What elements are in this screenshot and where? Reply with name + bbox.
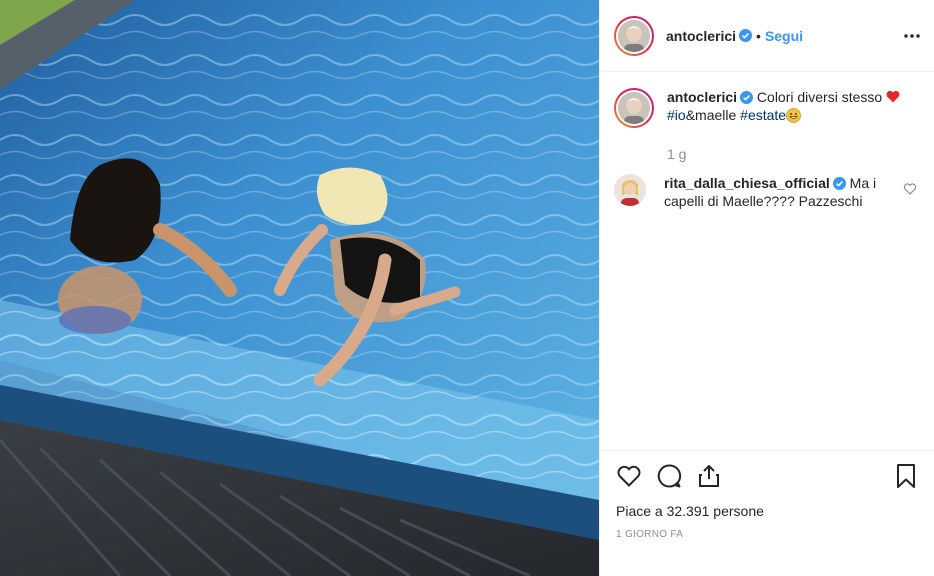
caption-body: Colori diversi stesso	[756, 89, 883, 105]
caption-avatar[interactable]	[614, 88, 654, 128]
verified-icon	[740, 91, 754, 104]
header-meta: antoclerici • Segui	[666, 28, 803, 44]
post-header: antoclerici • Segui	[600, 0, 934, 72]
share-icon[interactable]	[696, 463, 722, 489]
author-avatar-image	[616, 17, 652, 54]
caption: antoclerici Colori diversi stesso #io&ma…	[614, 88, 921, 128]
bookmark-icon[interactable]	[893, 463, 919, 489]
commenter-avatar[interactable]	[614, 174, 646, 206]
grinning-emoji	[786, 108, 801, 123]
comment-item: rita_dalla_chiesa_official Ma i capelli …	[614, 174, 921, 210]
caption-time[interactable]: 1 g	[667, 146, 921, 162]
post-actions: Piace a 32.391 persone 1 GIORNO FA	[600, 450, 934, 540]
post-photo[interactable]	[0, 0, 599, 576]
post-modal: antoclerici • Segui antoclerici Colori d…	[0, 0, 934, 576]
action-icons	[616, 463, 919, 489]
caption-mention: &maelle	[685, 107, 741, 123]
author-username[interactable]: antoclerici	[666, 28, 736, 44]
post-side-panel: antoclerici • Segui antoclerici Colori d…	[599, 0, 934, 576]
likes-count[interactable]: Piace a 32.391 persone	[616, 503, 919, 519]
comment-text: rita_dalla_chiesa_official Ma i capelli …	[664, 174, 884, 210]
likes-number: 32.391	[666, 503, 710, 519]
commenter-username[interactable]: rita_dalla_chiesa_official	[664, 175, 830, 191]
more-options-icon[interactable]	[903, 27, 921, 45]
verified-icon	[739, 29, 753, 42]
pool-photo-illustration	[0, 0, 599, 576]
caption-text: antoclerici Colori diversi stesso #io&ma…	[667, 88, 907, 128]
likes-suffix: persone	[709, 503, 764, 519]
heart-icon[interactable]	[616, 463, 642, 489]
caption-username[interactable]: antoclerici	[667, 89, 737, 105]
small-heart-icon[interactable]	[903, 182, 917, 196]
red-heart-emoji	[886, 90, 900, 103]
hashtag-io[interactable]: #io	[667, 107, 686, 123]
follow-button[interactable]: Segui	[765, 28, 803, 44]
caption-avatar-image	[616, 90, 652, 126]
author-avatar[interactable]	[614, 15, 654, 56]
separator-dot: •	[756, 27, 761, 44]
likes-prefix: Piace a	[616, 503, 667, 519]
verified-icon	[832, 177, 846, 190]
hashtag-estate[interactable]: #estate	[740, 107, 786, 123]
comment-icon[interactable]	[656, 463, 682, 489]
comments-section: antoclerici Colori diversi stesso #io&ma…	[600, 72, 934, 210]
post-timestamp[interactable]: 1 GIORNO FA	[616, 529, 919, 540]
